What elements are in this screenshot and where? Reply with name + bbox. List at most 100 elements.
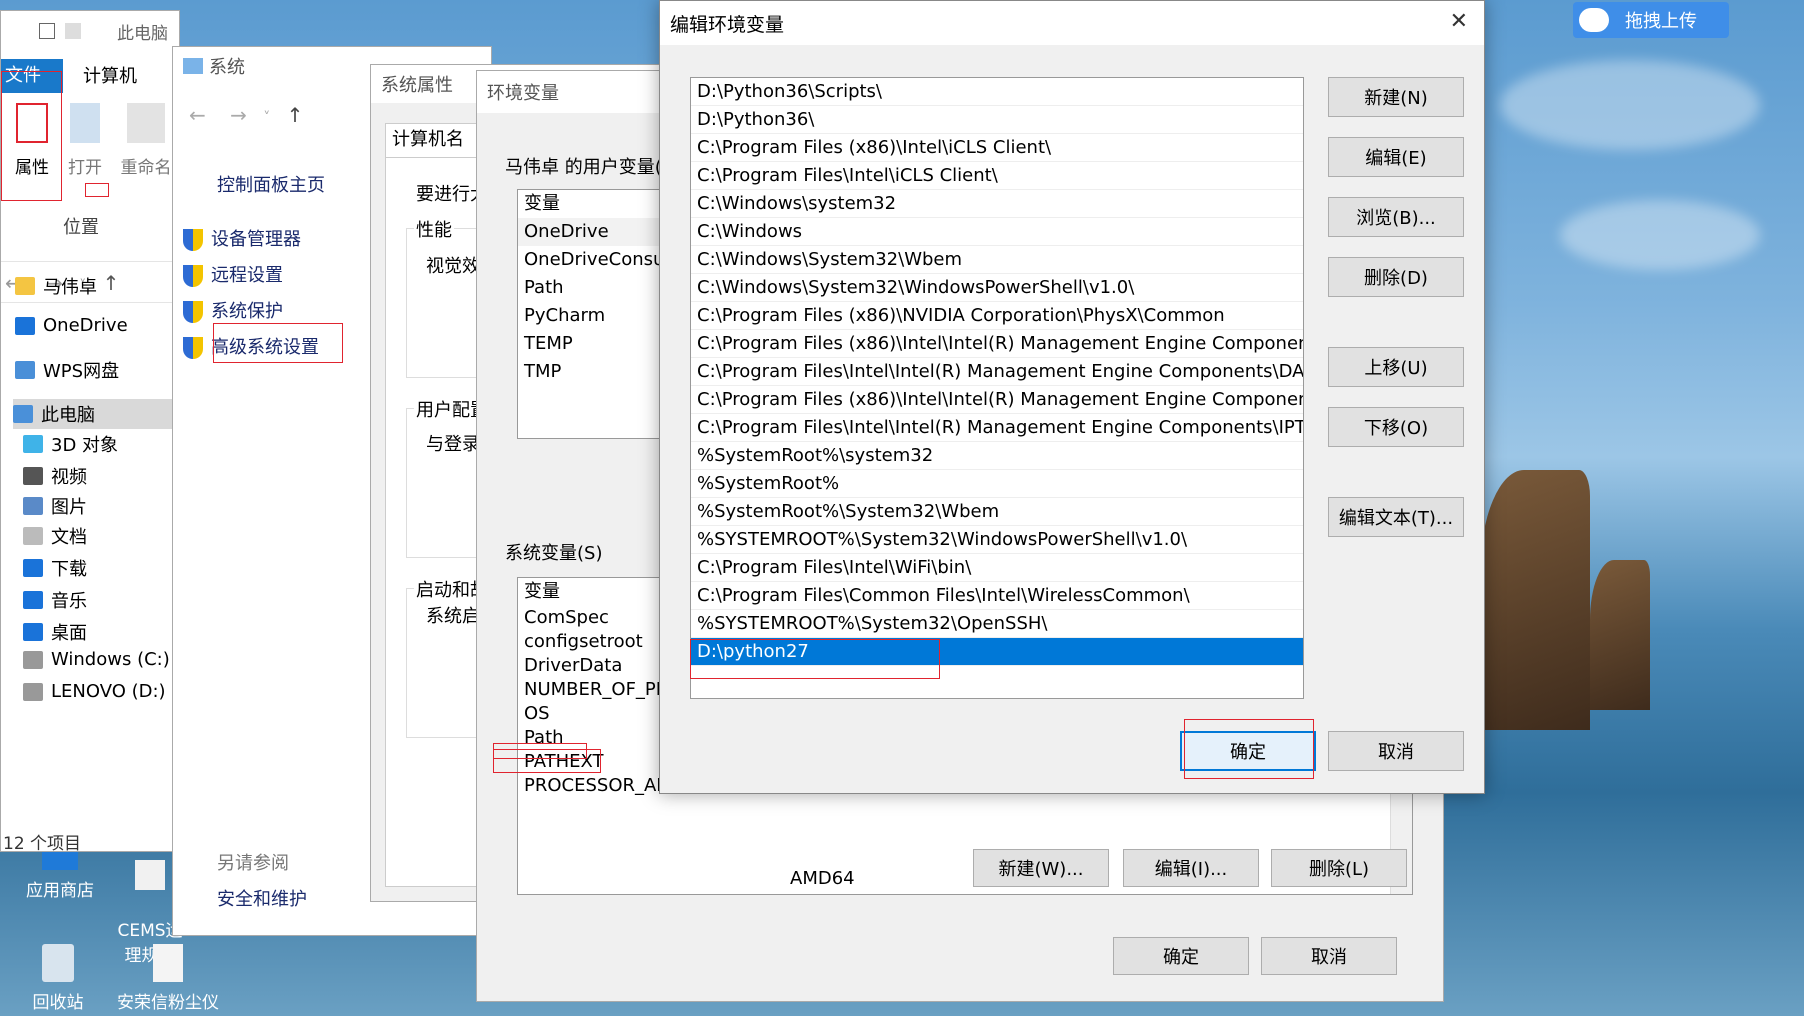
shield-icon xyxy=(183,229,203,251)
tab-computer[interactable]: 计算机 xyxy=(83,61,137,93)
tab-computer-name[interactable]: 计算机名 xyxy=(385,123,485,157)
list-item[interactable]: C:\Windows xyxy=(691,218,1303,246)
nav-item-label: Windows (C:) xyxy=(51,649,170,670)
document-icon xyxy=(153,944,183,982)
nav-item[interactable]: 文档 xyxy=(23,523,87,549)
picture-icon xyxy=(23,497,43,515)
list-item[interactable]: C:\Windows\System32\WindowsPowerShell\v1… xyxy=(691,274,1303,302)
nav-item[interactable]: 图片 xyxy=(23,493,87,519)
explorer-title: 此电脑 xyxy=(117,23,168,44)
nav-item[interactable]: 视频 xyxy=(23,463,87,489)
path-entries-rows: D:\Python36\Scripts\ D:\Python36\ C:\Progr… xyxy=(691,78,1303,666)
nav-item-label: 图片 xyxy=(51,497,87,518)
desktop-icon xyxy=(23,623,43,641)
browse-button[interactable]: 浏览(B)... xyxy=(1328,197,1464,237)
list-item[interactable]: C:\Program Files (x86)\Intel\Intel(R) Ma… xyxy=(691,330,1303,358)
system-link-device-manager[interactable]: 设备管理器 xyxy=(183,225,301,251)
checkbox-icon xyxy=(39,23,55,39)
ribbon-button-open[interactable]: 打开 xyxy=(63,103,107,178)
upload-label: 拖拽上传 xyxy=(1625,11,1697,32)
drive-icon xyxy=(23,682,43,701)
system-var-edit-button[interactable]: 编辑(I)... xyxy=(1123,849,1259,887)
highlight-box xyxy=(690,639,940,679)
delete-button[interactable]: 删除(D) xyxy=(1328,257,1464,297)
nav-item-label: 马伟卓 xyxy=(43,277,97,298)
list-item[interactable]: C:\Windows\System32\Wbem xyxy=(691,246,1303,274)
up-icon[interactable]: ↑ xyxy=(103,271,120,295)
edit-text-button[interactable]: 编辑文本(T)... xyxy=(1328,497,1464,537)
list-item[interactable]: D:\Python36\ xyxy=(691,106,1303,134)
desktop-icon-dust-meter[interactable]: 安荣信粉尘仪 xyxy=(108,944,228,1013)
nav-item-label: 下载 xyxy=(51,559,87,580)
system-nav-bar: ← → ˅ ↑ xyxy=(189,103,303,127)
list-item[interactable]: D:\Python36\Scripts\ xyxy=(691,78,1303,106)
system-link-remote[interactable]: 远程设置 xyxy=(183,261,283,287)
list-item[interactable]: %SystemRoot%\system32 xyxy=(691,442,1303,470)
list-item[interactable]: C:\Program Files\Intel\Intel(R) Manageme… xyxy=(691,414,1303,442)
nav-item[interactable]: 音乐 xyxy=(23,587,87,613)
nav-item[interactable]: WPS网盘 xyxy=(15,357,119,383)
upload-widget[interactable]: 拖拽上传 xyxy=(1573,2,1729,38)
chevron-down-icon[interactable]: ˅ xyxy=(263,110,270,126)
shield-icon xyxy=(183,301,203,323)
list-item[interactable]: C:\Windows\system32 xyxy=(691,190,1303,218)
highlight-box xyxy=(85,183,109,197)
path-entries-list[interactable]: D:\Python36\Scripts\ D:\Python36\ C:\Progr… xyxy=(690,77,1304,699)
cube-icon xyxy=(23,435,43,453)
computer-icon xyxy=(13,405,33,423)
list-item[interactable]: C:\Program Files (x86)\Intel\Intel(R) Ma… xyxy=(691,386,1303,414)
edit-button[interactable]: 编辑(E) xyxy=(1328,137,1464,177)
ribbon-group-label: 位置 xyxy=(63,217,99,238)
list-item[interactable]: %SystemRoot%\System32\Wbem xyxy=(691,498,1303,526)
nav-item[interactable]: Windows (C:) xyxy=(23,649,170,670)
shield-icon xyxy=(183,265,203,287)
list-item[interactable]: C:\Program Files\Intel\iCLS Client\ xyxy=(691,162,1303,190)
desktop-icon-recycle-bin[interactable]: 回收站 xyxy=(18,944,98,1013)
document-icon xyxy=(23,527,43,545)
system-link-protection[interactable]: 系统保护 xyxy=(183,297,283,323)
cloud-icon xyxy=(15,316,35,335)
list-item[interactable]: %SystemRoot% xyxy=(691,470,1303,498)
envvars-cancel-button[interactable]: 取消 xyxy=(1261,937,1397,975)
list-item[interactable]: C:\Program Files (x86)\Intel\iCLS Client… xyxy=(691,134,1303,162)
edit-env-cancel-button[interactable]: 取消 xyxy=(1328,731,1464,771)
nav-item[interactable]: 桌面 xyxy=(23,619,87,645)
nav-item[interactable]: 此电脑 xyxy=(13,399,179,429)
system-vars-label: 系统变量(S) xyxy=(505,543,603,564)
list-item[interactable]: C:\Program Files\Intel\WiFi\bin\ xyxy=(691,554,1303,582)
download-icon xyxy=(23,559,43,577)
system-icon xyxy=(183,58,203,74)
nav-item[interactable]: 3D 对象 xyxy=(23,431,118,457)
explorer-window: 此电脑 文件 计算机 属性 打开 重命名 位置 ← → ˅ ↑ 马伟卓 OneDr… xyxy=(0,10,181,854)
list-item[interactable]: %SYSTEMROOT%\System32\OpenSSH\ xyxy=(691,610,1303,638)
forward-icon[interactable]: → xyxy=(230,103,247,127)
move-down-button[interactable]: 下移(O) xyxy=(1328,407,1464,447)
status-bar: 12 个项目 xyxy=(3,834,82,854)
nav-item[interactable]: OneDrive xyxy=(15,315,128,336)
new-button[interactable]: 新建(N) xyxy=(1328,77,1464,117)
system-var-delete-button[interactable]: 删除(L) xyxy=(1271,849,1407,887)
security-maintenance-link[interactable]: 安全和维护 xyxy=(217,885,307,911)
nav-item[interactable]: 下载 xyxy=(23,555,87,581)
cloud-upload-icon xyxy=(1579,8,1609,32)
back-icon[interactable]: ← xyxy=(189,103,206,127)
nav-item[interactable]: LENOVO (D:) xyxy=(23,681,166,702)
highlight-box xyxy=(1,71,62,201)
nav-item[interactable]: 马伟卓 xyxy=(15,273,97,299)
list-item[interactable]: %SYSTEMROOT%\System32\WindowsPowerShell\… xyxy=(691,526,1303,554)
list-item[interactable]: C:\Program Files (x86)\NVIDIA Corporatio… xyxy=(691,302,1303,330)
nav-item-label: 视频 xyxy=(51,467,87,488)
open-icon xyxy=(70,103,100,143)
envvars-ok-button[interactable]: 确定 xyxy=(1113,937,1249,975)
system-var-new-button[interactable]: 新建(W)... xyxy=(973,849,1109,887)
move-up-button[interactable]: 上移(U) xyxy=(1328,347,1464,387)
user-vars-label: 马伟卓 的用户变量(U) xyxy=(505,157,682,178)
document-icon xyxy=(135,860,165,890)
close-icon[interactable]: ✕ xyxy=(1450,9,1468,34)
list-item[interactable]: C:\Program Files\Common Files\Intel\Wire… xyxy=(691,582,1303,610)
up-icon[interactable]: ↑ xyxy=(287,103,304,127)
control-panel-home-link[interactable]: 控制面板主页 xyxy=(217,171,325,197)
list-item[interactable]: C:\Program Files\Intel\Intel(R) Manageme… xyxy=(691,358,1303,386)
ribbon-button-rename[interactable]: 重命名 xyxy=(113,103,179,178)
nav-item-label: 3D 对象 xyxy=(51,435,119,456)
